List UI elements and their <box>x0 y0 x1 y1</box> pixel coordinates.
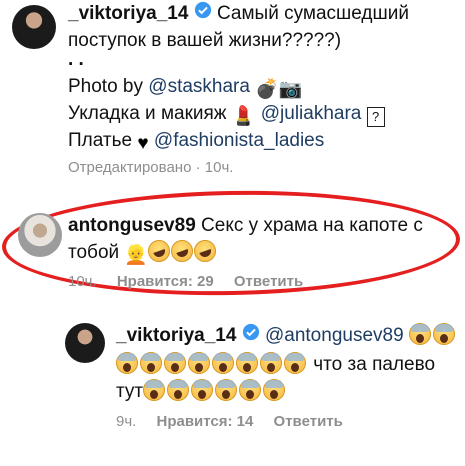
post-time: 10ч. <box>204 159 234 176</box>
scream-emoji <box>116 352 138 374</box>
post-username[interactable]: _viktoriya_14 <box>68 3 188 24</box>
scream-emoji <box>284 352 306 374</box>
scream-emoji <box>215 379 238 401</box>
dress-mention-link[interactable]: @fashionista_ladies <box>154 130 324 151</box>
comment-avatar[interactable] <box>18 213 62 257</box>
comment-meta: 10ч. Нравится: 29 Ответить <box>68 273 303 290</box>
verified-badge-icon <box>242 322 260 349</box>
makeup-credit-prefix: Укладка и макияж <box>68 103 227 124</box>
photo-mention-link[interactable]: @staskhara <box>148 76 250 97</box>
verified-badge-icon <box>194 0 212 27</box>
lipstick-emoji: 💄 <box>231 106 256 127</box>
comment-reply-button[interactable]: Ответить <box>234 273 303 290</box>
black-heart-emoji: ♥ <box>137 133 149 154</box>
scream-emoji <box>239 379 262 401</box>
reply-line3: тут <box>116 378 287 405</box>
post-caption-line1: _viktoriya_14 Самый сумасшедший <box>68 0 409 27</box>
scream-emoji <box>260 352 282 374</box>
reply-meta: 9ч. Нравится: 14 Ответить <box>116 413 343 430</box>
post-meta: Отредактировано · 10ч. <box>68 159 234 176</box>
reply-line1: _viktoriya_14 @antongusev89 <box>116 322 457 349</box>
rofl-emoji <box>144 236 174 266</box>
post-caption-line2: поступок в вашей жизни?????) <box>68 30 342 51</box>
dress-credit-line: Платье ♥ @fashionista_ladies <box>68 127 324 154</box>
reply-text-mid: что за палево <box>313 354 436 375</box>
comment-time: 10ч. <box>68 273 97 290</box>
reply-likes-link[interactable]: Нравится: 14 <box>157 413 254 430</box>
reply-time: 9ч. <box>116 413 137 430</box>
photo-credit-line: Photo by @staskhara 💣📷 <box>68 73 303 100</box>
comment-line2: тобой 👱 <box>68 236 220 266</box>
scream-emoji <box>236 352 258 374</box>
photo-credit-prefix: Photo by <box>68 76 149 97</box>
scream-emoji <box>408 323 431 345</box>
scream-emoji <box>143 379 166 401</box>
dress-credit-prefix: Платье <box>68 130 133 151</box>
comment-username[interactable]: antongusev89 <box>68 215 196 236</box>
scream-emoji <box>167 379 190 401</box>
woman-emoji: 👱 <box>124 245 149 266</box>
reply-mention-link[interactable]: @antongusev89 <box>265 325 404 346</box>
scream-emoji <box>188 352 210 374</box>
reply-text-end: тут <box>116 381 144 402</box>
reply-reply-button[interactable]: Ответить <box>274 413 343 430</box>
comment-line1: antongusev89 Секс у храма на капоте с <box>68 212 423 239</box>
rofl-emoji <box>190 236 220 266</box>
post-caption-dots: . . <box>68 49 84 70</box>
camera-emoji: 📷 <box>278 79 303 100</box>
scream-emoji <box>432 323 455 345</box>
post-avatar[interactable] <box>12 5 56 49</box>
bomb-emoji: 💣 <box>255 79 279 100</box>
scream-emoji <box>191 379 214 401</box>
comment-text-1: Секс у храма на капоте с <box>201 215 423 236</box>
reply-avatar[interactable] <box>65 323 105 363</box>
makeup-credit-line: Укладка и макияж 💄 @juliakhara ? <box>68 100 385 127</box>
comment-text-2: тобой <box>68 242 120 263</box>
scream-emoji <box>212 352 234 374</box>
scream-emoji <box>263 379 286 401</box>
makeup-mention-link[interactable]: @juliakhara <box>261 103 362 124</box>
scream-emoji <box>140 352 162 374</box>
comment-likes-link[interactable]: Нравится: 29 <box>117 273 214 290</box>
caption-text-1: Самый сумасшедший <box>216 3 409 24</box>
reply-line2: что за палево <box>116 351 435 378</box>
question-box-icon: ? <box>366 107 385 127</box>
rofl-emoji <box>167 236 197 266</box>
reply-username[interactable]: _viktoriya_14 <box>116 325 236 346</box>
edited-label: Отредактировано <box>68 159 192 176</box>
scream-emoji <box>164 352 186 374</box>
